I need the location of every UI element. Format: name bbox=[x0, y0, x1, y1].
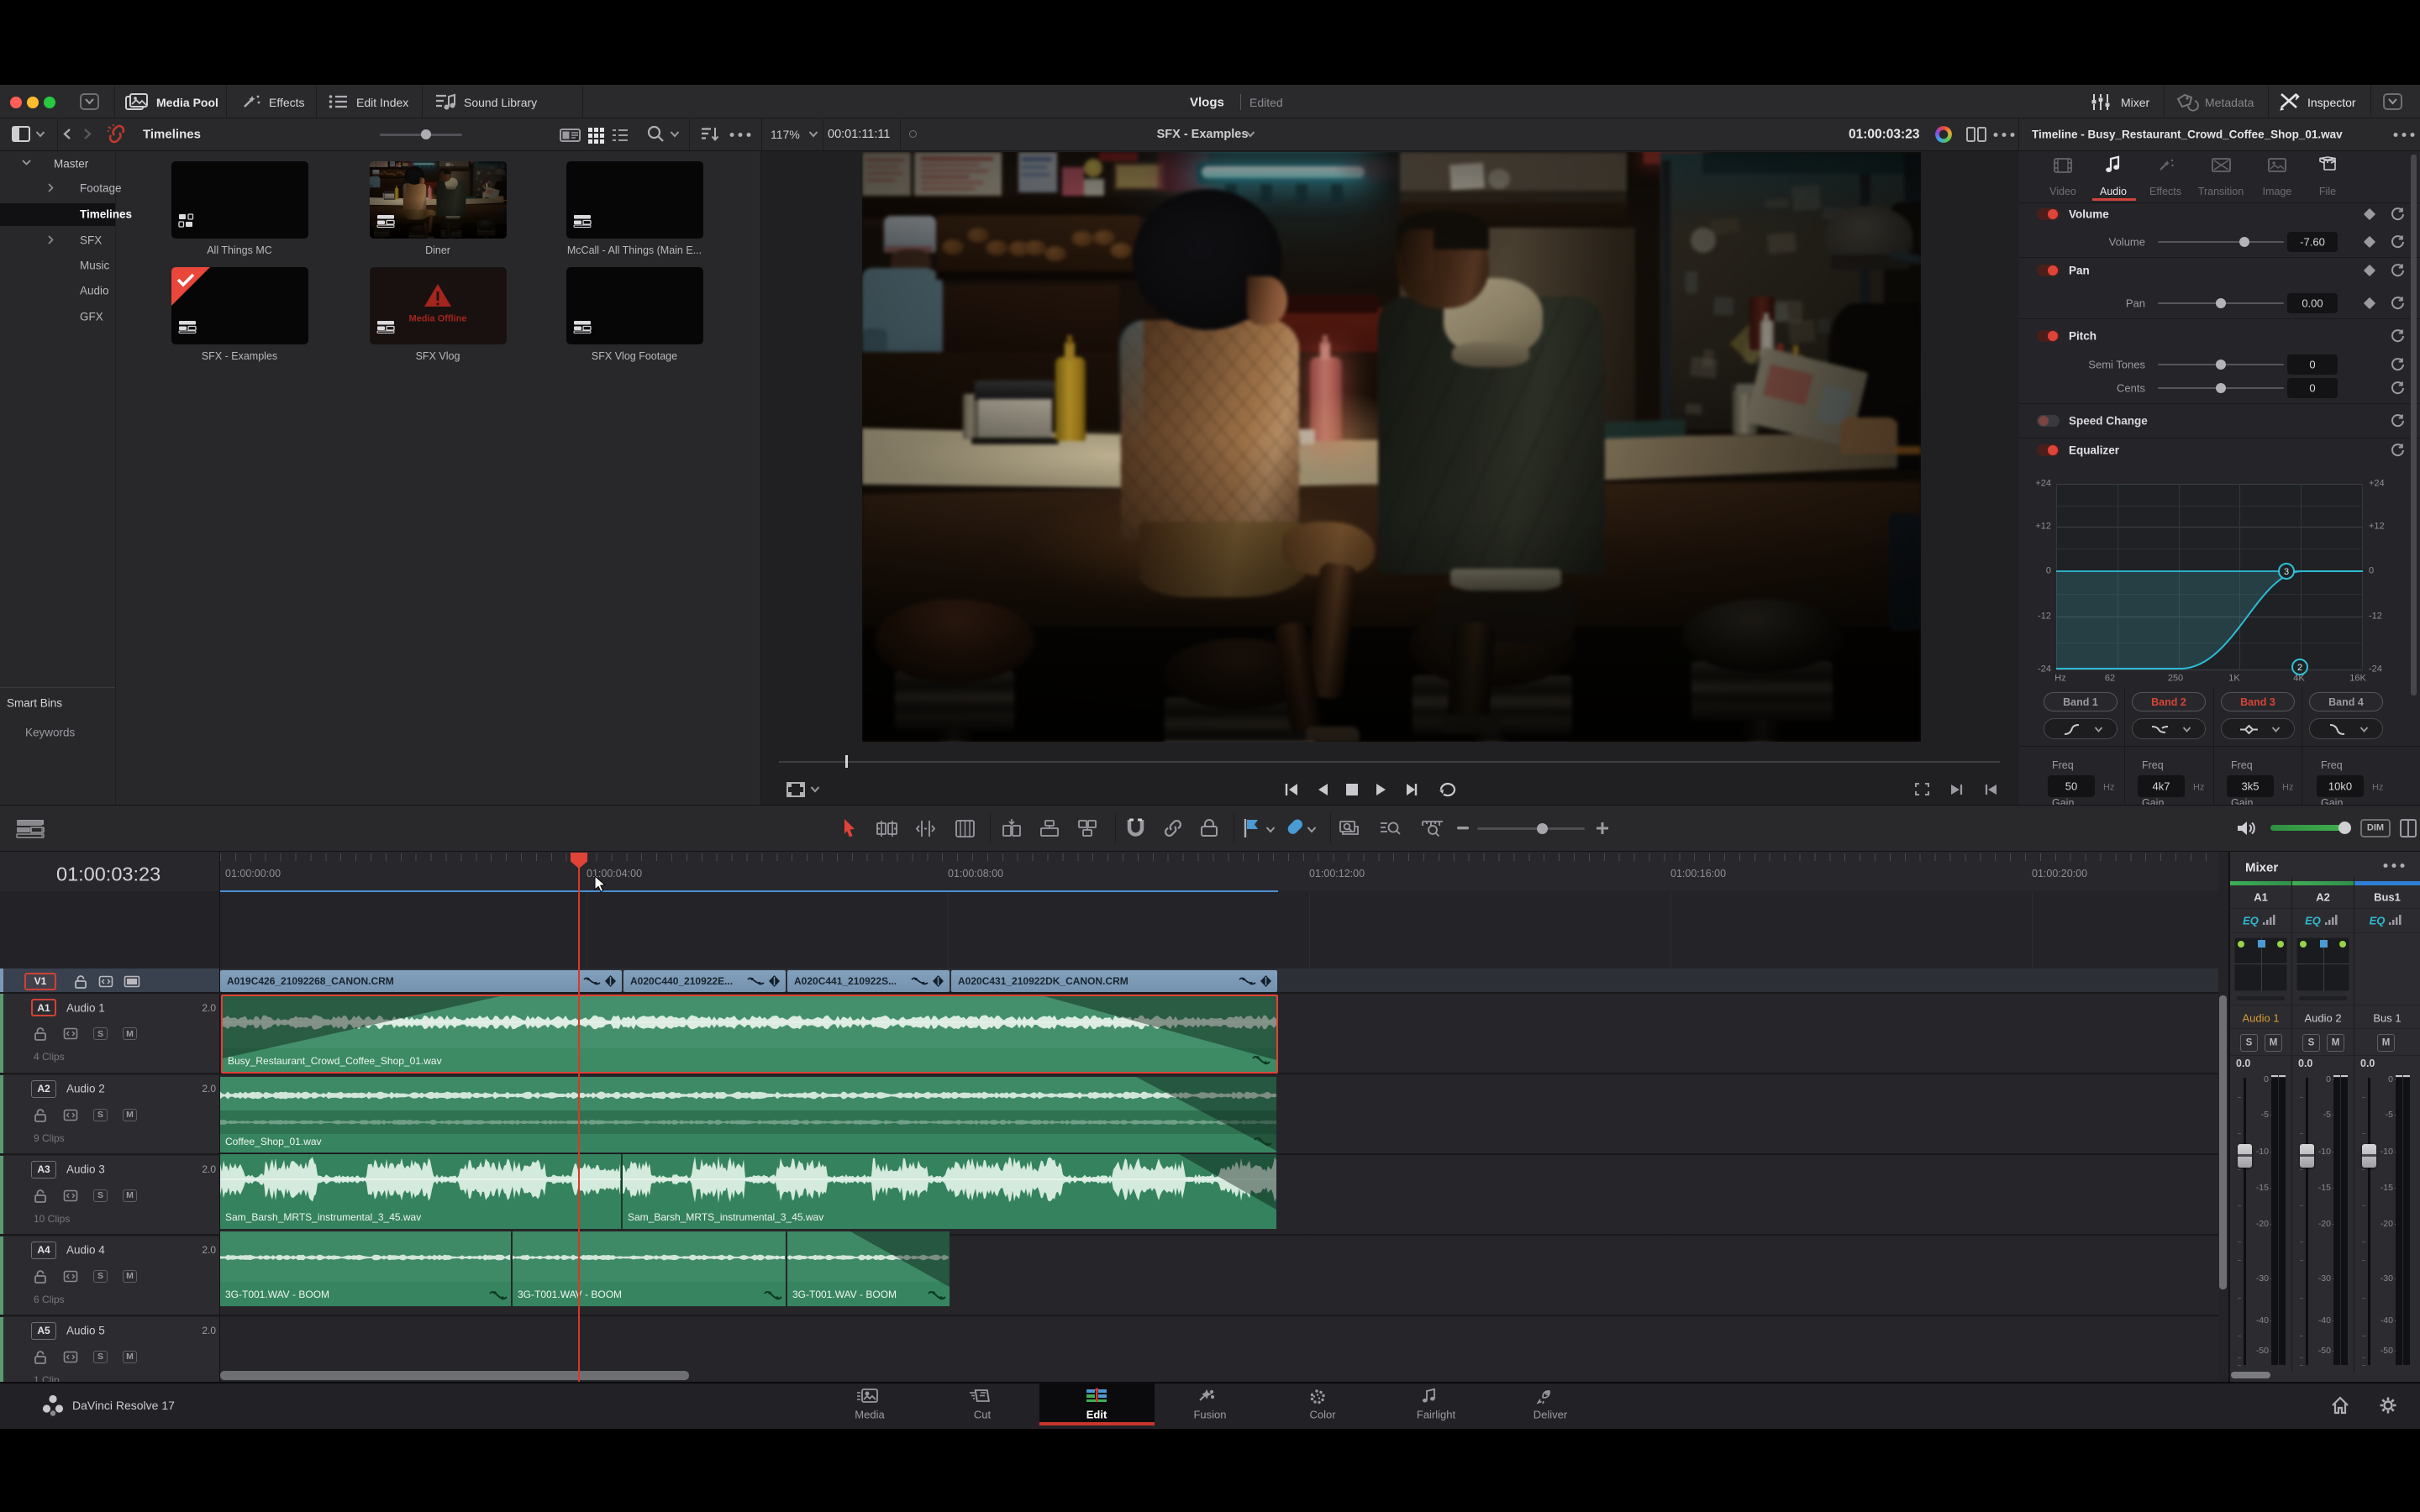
svg-text:2: 2 bbox=[2297, 663, 2302, 673]
svg-text:3: 3 bbox=[2284, 567, 2289, 577]
